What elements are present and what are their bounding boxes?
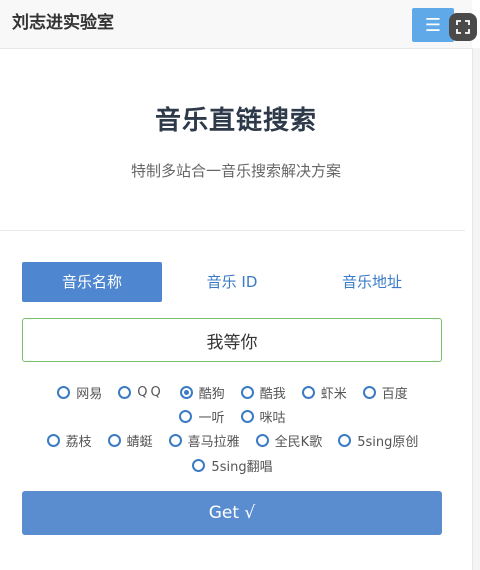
source-label: 一听 xyxy=(198,410,225,426)
radio-icon xyxy=(192,458,206,472)
radio-icon xyxy=(179,385,193,399)
hamburger-icon: ☰ xyxy=(424,14,442,36)
source-label: 酷我 xyxy=(259,386,286,402)
source-label: QQ xyxy=(137,384,164,400)
source-option-yiting[interactable]: 一听 xyxy=(179,407,225,426)
source-option-migu[interactable]: 咪咕 xyxy=(240,407,286,426)
source-option-kugou[interactable]: 酷狗 xyxy=(179,383,225,402)
source-option-xiami[interactable]: 虾米 xyxy=(301,383,347,402)
radio-icon xyxy=(362,385,376,399)
source-option-5sing-original[interactable]: 5sing原创 xyxy=(338,431,418,450)
source-label: 酷狗 xyxy=(198,386,225,402)
source-option-baidu[interactable]: 百度 xyxy=(362,383,408,402)
tab-music-id[interactable]: 音乐 ID xyxy=(162,262,302,302)
source-option-quanmin-kge[interactable]: 全民K歌 xyxy=(255,431,323,450)
source-option-qingting[interactable]: 蜻蜓 xyxy=(107,431,153,450)
radio-icon xyxy=(179,409,193,423)
fullscreen-button[interactable] xyxy=(449,13,477,41)
radio-icon xyxy=(118,385,132,399)
radio-icon xyxy=(255,433,269,447)
radio-icon xyxy=(338,433,352,447)
page-subtitle: 特制多站合一音乐搜索解决方案 xyxy=(130,162,341,180)
radio-icon xyxy=(240,385,254,399)
source-option-ximalaya[interactable]: 喜马拉雅 xyxy=(168,431,240,450)
source-option-qq[interactable]: QQ xyxy=(118,385,163,400)
radio-icon xyxy=(301,385,315,399)
radio-icon xyxy=(57,385,71,399)
radio-icon xyxy=(107,433,121,447)
source-label: 5sing原创 xyxy=(357,434,419,450)
source-row-1: 网易 QQ 酷狗 酷我 虾米 百度 xyxy=(0,382,465,402)
source-label: 百度 xyxy=(381,386,408,402)
source-option-kuwo[interactable]: 酷我 xyxy=(240,383,286,402)
tab-music-name[interactable]: 音乐名称 xyxy=(22,262,162,302)
fullscreen-icon xyxy=(456,20,470,34)
radio-icon xyxy=(46,433,60,447)
source-label: 喜马拉雅 xyxy=(187,434,240,450)
source-label: 荔枝 xyxy=(65,434,92,450)
source-label: 虾米 xyxy=(320,386,347,402)
source-option-netease[interactable]: 网易 xyxy=(57,383,102,402)
tab-music-url[interactable]: 音乐地址 xyxy=(302,262,442,302)
search-type-tabs: 音乐名称 音乐 ID 音乐地址 xyxy=(22,262,442,302)
navbar: 刘志进实验室 ☰ xyxy=(0,0,472,49)
source-label: 5sing翻唱 xyxy=(211,459,273,475)
scrollbar-track[interactable] xyxy=(472,48,480,570)
source-row-2: 一听 咪咕 xyxy=(0,406,465,426)
source-label: 全民K歌 xyxy=(274,434,323,450)
source-row-4: 5sing翻唱 xyxy=(0,455,465,475)
get-button[interactable]: Get √ xyxy=(22,491,442,535)
source-label: 蜻蜓 xyxy=(126,434,153,450)
source-option-lizhi[interactable]: 荔枝 xyxy=(46,431,92,450)
search-input[interactable] xyxy=(22,318,442,362)
page-title: 音乐直链搜索 xyxy=(154,106,317,136)
source-label: 咪咕 xyxy=(259,410,286,426)
source-label: 网易 xyxy=(76,386,103,402)
radio-icon xyxy=(168,433,182,447)
menu-toggle-button[interactable]: ☰ xyxy=(412,8,454,42)
divider xyxy=(0,230,465,231)
source-row-3: 荔枝 蜻蜓 喜马拉雅 全民K歌 5sing原创 xyxy=(0,430,465,450)
source-option-5sing-cover[interactable]: 5sing翻唱 xyxy=(192,456,273,475)
radio-icon xyxy=(240,409,254,423)
site-brand[interactable]: 刘志进实验室 xyxy=(12,0,114,46)
